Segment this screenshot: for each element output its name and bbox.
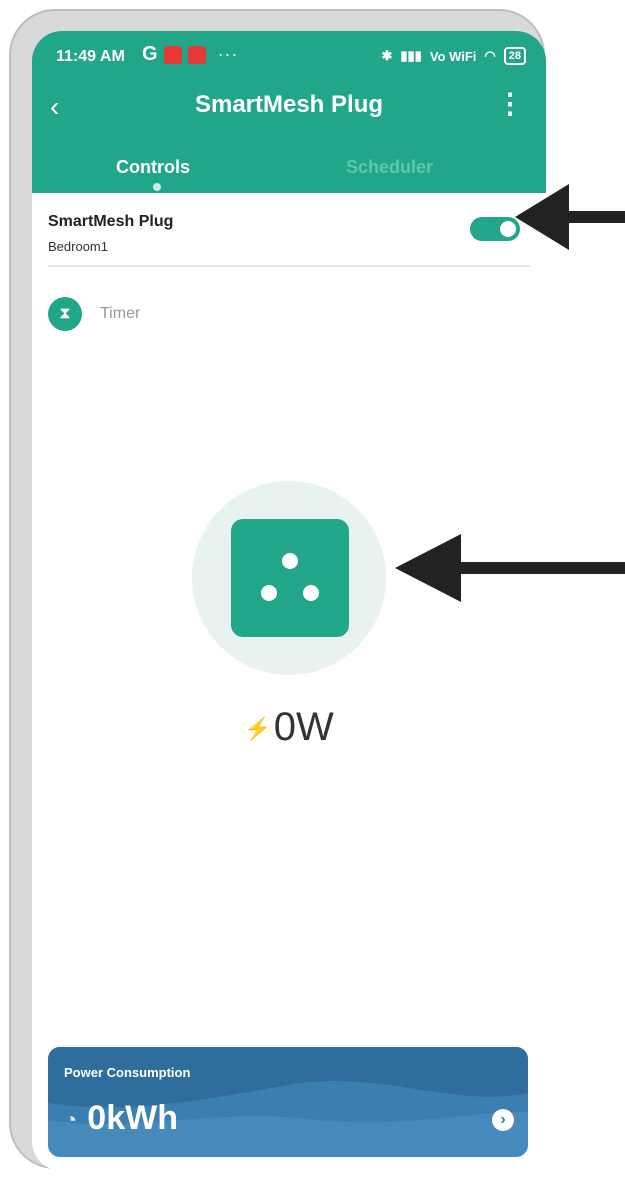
- nav-bar: ‹ SmartMesh Plug ⋮: [32, 85, 546, 129]
- power-consumption-value: 0kWh: [87, 1099, 178, 1137]
- annotation-arrow-icon: [395, 534, 625, 602]
- annotation-arrow-icon: [515, 184, 625, 250]
- socket-hole-icon: [282, 553, 298, 569]
- status-system-icons: ✱ ▮▮▮ Vo WiFi ◠ 28: [381, 47, 526, 65]
- status-notification-icons: G ···: [142, 43, 239, 66]
- energy-icon: ◔: [64, 1107, 78, 1133]
- vowifi-icon: Vo WiFi: [429, 48, 477, 64]
- more-menu-button[interactable]: ⋮: [496, 87, 524, 120]
- more-notifications-icon: ···: [217, 44, 239, 64]
- device-row: SmartMesh Plug Bedroom1: [32, 193, 546, 267]
- device-name: SmartMesh Plug: [48, 213, 174, 230]
- bolt-icon: ⚡: [244, 716, 272, 742]
- chevron-right-icon[interactable]: ›: [492, 1109, 514, 1131]
- battery-icon: 28: [503, 47, 526, 65]
- socket-hole-icon: [303, 585, 319, 601]
- google-icon: G: [142, 43, 158, 65]
- active-tab-indicator: [153, 183, 161, 191]
- power-consumption-value-row: ◔ 0kWh: [64, 1099, 178, 1138]
- notification-app-icon: [187, 45, 206, 64]
- app-header: 11:49 AM G ··· ✱ ▮▮▮ Vo WiFi ◠ 28 ‹ Smar…: [32, 31, 546, 193]
- toggle-knob: [500, 221, 516, 237]
- bluetooth-icon: ✱: [381, 48, 393, 63]
- tab-controls[interactable]: Controls: [116, 157, 190, 178]
- power-reading: ⚡0W: [32, 705, 546, 750]
- status-bar: 11:49 AM G ··· ✱ ▮▮▮ Vo WiFi ◠ 28: [32, 37, 546, 81]
- socket-hole-icon: [261, 585, 277, 601]
- tab-bar: Controls Scheduler: [32, 149, 546, 193]
- tab-scheduler[interactable]: Scheduler: [346, 157, 433, 178]
- signal-icon: ▮▮▮: [400, 48, 422, 63]
- device-room: Bedroom1: [48, 239, 108, 254]
- power-value: 0W: [273, 705, 334, 749]
- hourglass-icon: ⧗: [48, 297, 82, 331]
- page-title: SmartMesh Plug: [194, 91, 384, 118]
- timer-label: Timer: [100, 305, 141, 322]
- power-consumption-label: Power Consumption: [64, 1065, 191, 1080]
- divider: [48, 265, 530, 267]
- power-toggle[interactable]: [470, 217, 520, 241]
- plug-socket-button[interactable]: [231, 519, 349, 637]
- status-time: 11:49 AM: [56, 48, 125, 65]
- power-consumption-card[interactable]: Power Consumption ◔ 0kWh ›: [48, 1047, 528, 1157]
- notification-app-icon: [163, 45, 182, 64]
- wifi-icon: ◠: [484, 48, 496, 63]
